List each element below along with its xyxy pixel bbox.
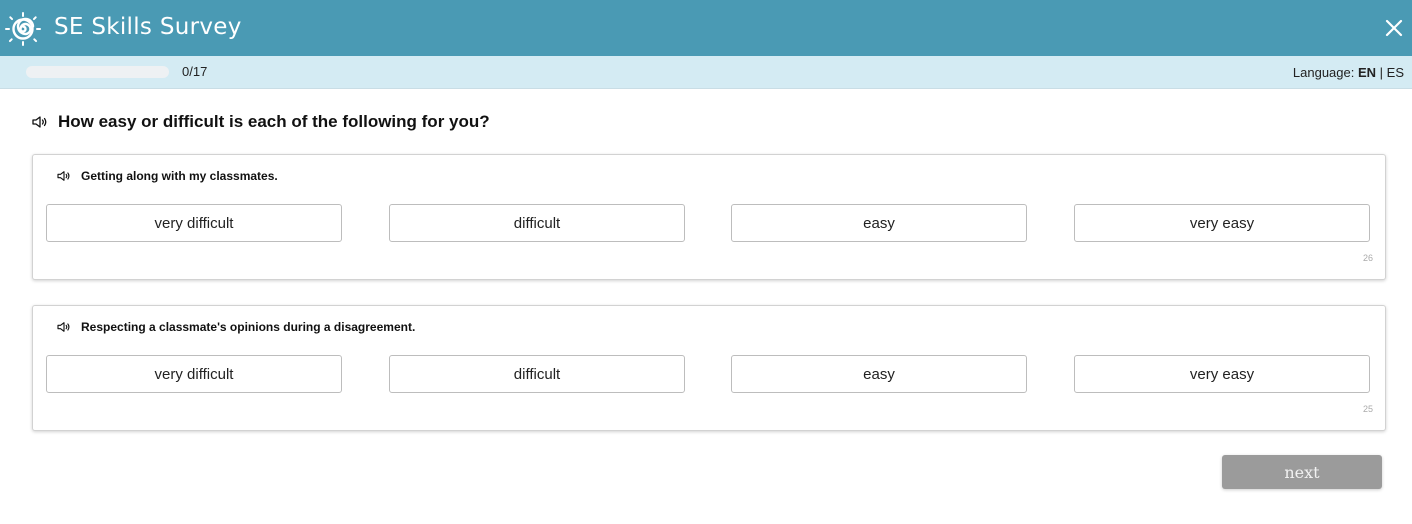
option-very-difficult[interactable]: very difficult xyxy=(46,355,342,393)
language-option-es[interactable]: ES xyxy=(1387,65,1404,80)
option-easy[interactable]: easy xyxy=(731,355,1027,393)
speaker-icon[interactable] xyxy=(57,321,71,333)
option-difficult[interactable]: difficult xyxy=(389,355,685,393)
item-text: Getting along with my classmates. xyxy=(81,169,278,183)
question-item-card: Respecting a classmate's opinions during… xyxy=(32,305,1386,431)
app-title: SE Skills Survey xyxy=(54,14,242,40)
question-item-card: Getting along with my classmates. very d… xyxy=(32,154,1386,280)
item-id: 25 xyxy=(1362,404,1373,414)
language-switcher: Language: EN | ES xyxy=(1293,65,1404,80)
close-icon[interactable] xyxy=(1380,14,1408,42)
speaker-icon[interactable] xyxy=(57,170,71,182)
option-very-easy[interactable]: very easy xyxy=(1074,355,1370,393)
option-difficult[interactable]: difficult xyxy=(389,204,685,242)
next-button[interactable]: next xyxy=(1222,455,1382,489)
speaker-icon[interactable] xyxy=(32,115,48,129)
app-header: SE Skills Survey xyxy=(0,0,1412,56)
option-easy[interactable]: easy xyxy=(731,204,1027,242)
language-label: Language: xyxy=(1292,65,1358,80)
item-text: Respecting a classmate's opinions during… xyxy=(81,320,416,334)
option-very-easy[interactable]: very easy xyxy=(1074,204,1370,242)
language-option-en[interactable]: EN xyxy=(1358,65,1376,80)
progress-track xyxy=(26,66,169,78)
item-label: Getting along with my classmates. xyxy=(57,169,278,183)
answer-options: very difficult difficult easy very easy xyxy=(46,204,1373,244)
item-id: 26 xyxy=(1362,253,1373,263)
progress-count: 0/17 xyxy=(182,64,208,79)
item-label: Respecting a classmate's opinions during… xyxy=(57,320,415,334)
answer-options: very difficult difficult easy very easy xyxy=(46,355,1373,395)
option-very-difficult[interactable]: very difficult xyxy=(46,204,342,242)
question-text: How easy or difficult is each of the fol… xyxy=(58,112,490,131)
language-separator: | xyxy=(1376,65,1387,80)
sun-spiral-icon xyxy=(5,12,41,46)
question-heading: How easy or difficult is each of the fol… xyxy=(32,112,490,132)
progress-bar-row: 0/17 Language: EN | ES xyxy=(0,56,1412,89)
